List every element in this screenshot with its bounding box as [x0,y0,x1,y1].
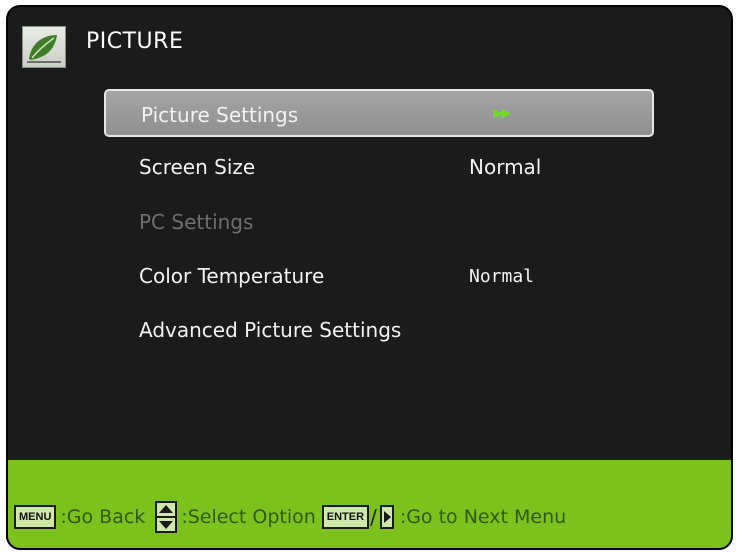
osd-window: PICTURE Picture Settings ▶▶ Screen Size … [6,5,733,550]
menu-item-value: Normal [469,155,542,179]
menu-item-advanced-picture-settings[interactable]: Advanced Picture Settings [104,306,654,354]
key-hint-bar: MENU :Go Back :Select Option ENTER / :Go… [8,460,731,548]
menu-item-label: Screen Size [139,155,256,179]
leaf-picture-icon [22,26,66,68]
menu-item-picture-settings[interactable]: Picture Settings ▶▶ [104,89,654,137]
key-hints: MENU :Go Back :Select Option ENTER / :Go… [14,500,572,534]
select-option-hint: :Select Option [181,506,316,528]
menu-item-label: PC Settings [139,210,254,234]
menu-item-label: Color Temperature [139,264,325,288]
up-down-arrow-icon [155,501,178,533]
go-back-hint: :Go Back [60,506,146,528]
enter-key-badge: ENTER [321,505,370,529]
menu-key-badge: MENU [14,505,57,529]
menu-header: PICTURE [8,7,731,77]
menu-item-color-temperature[interactable]: Color Temperature Normal [104,252,654,300]
next-menu-hint: :Go to Next Menu [399,506,567,528]
page-title: PICTURE [86,29,184,54]
menu-item-value: Normal [469,266,535,287]
right-arrow-icon [379,505,394,529]
menu-item-pc-settings: PC Settings [104,198,654,246]
menu-item-label: Picture Settings [141,103,299,127]
key-separator: / [370,505,377,529]
menu-item-screen-size[interactable]: Screen Size Normal [104,143,654,191]
menu-item-label: Advanced Picture Settings [139,318,402,342]
double-arrow-right-icon: ▶▶ [493,106,511,121]
